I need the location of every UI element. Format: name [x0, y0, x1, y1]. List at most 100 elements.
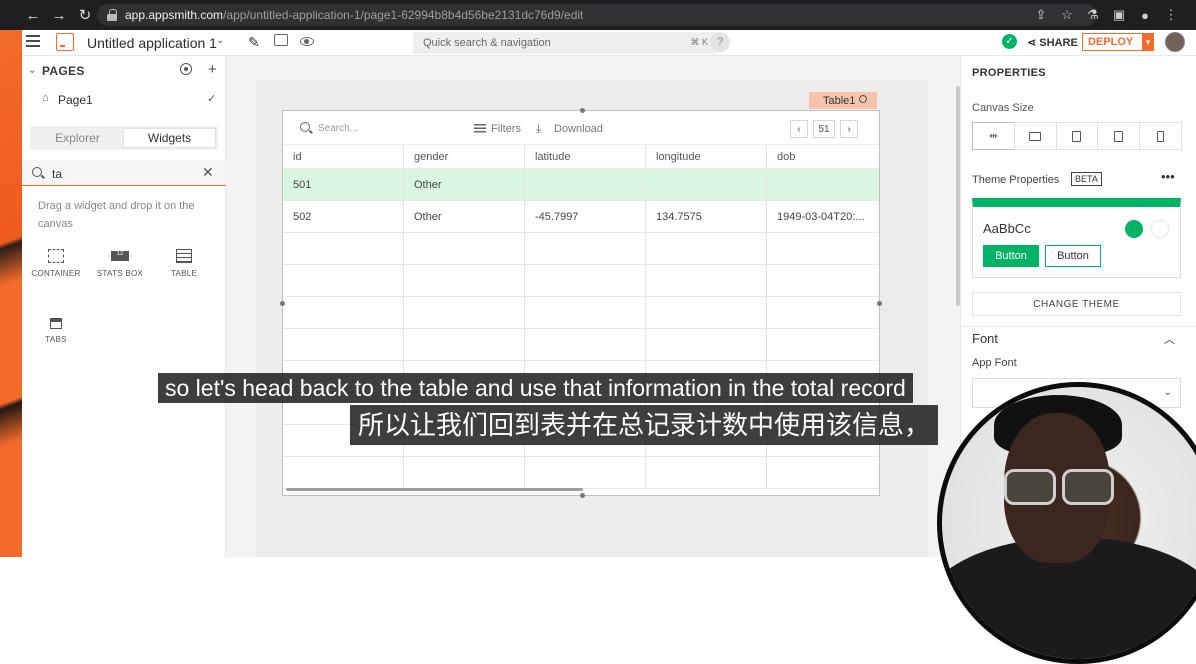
fluid-width-icon[interactable]: ⇹: [972, 122, 1015, 150]
widget-stats-box[interactable]: 12 STATS BOX: [90, 249, 150, 293]
next-page-button[interactable]: ›: [840, 120, 858, 138]
table-row[interactable]: [283, 457, 879, 489]
column-header-gender[interactable]: gender: [404, 145, 525, 168]
table-row[interactable]: [283, 233, 879, 265]
background-color-swatch: [1151, 220, 1169, 238]
tablet-portrait-icon[interactable]: [1097, 122, 1141, 150]
quick-search-input[interactable]: Quick search & navigation ⌘ K: [413, 32, 716, 54]
table-cell: [525, 233, 646, 264]
table-cell: [767, 329, 877, 360]
table-icon: [176, 249, 192, 263]
menu-icon[interactable]: [26, 35, 40, 49]
sidebar-toggle-icon[interactable]: ▣: [1110, 5, 1128, 25]
table-row[interactable]: 501 Other: [283, 169, 879, 201]
change-theme-button[interactable]: CHANGE THEME: [972, 292, 1181, 316]
resize-handle[interactable]: [877, 301, 882, 306]
column-header-longitude[interactable]: longitude: [646, 145, 767, 168]
table-cell: [283, 233, 404, 264]
tablet-icon[interactable]: [1055, 122, 1099, 150]
address-bar[interactable]: app.appsmith.com/app/untitled-applicatio…: [97, 4, 1097, 26]
download-button[interactable]: Download: [554, 123, 603, 135]
table-cell: [646, 233, 767, 264]
column-header-id[interactable]: id: [283, 145, 404, 168]
mobile-icon[interactable]: [1139, 122, 1182, 150]
share-page-icon[interactable]: ⇪: [1032, 5, 1050, 25]
page-item[interactable]: ⌂ Page1 ✓: [22, 86, 226, 112]
widget-label: TABS: [45, 335, 67, 344]
bookmark-star-icon[interactable]: ☆: [1058, 5, 1076, 25]
chevron-down-icon[interactable]: ⌄: [216, 35, 224, 46]
back-arrow-icon[interactable]: ←: [22, 4, 44, 26]
page-name: Page1: [58, 93, 93, 107]
page-number[interactable]: 51: [813, 120, 835, 138]
avatar[interactable]: [1165, 32, 1185, 52]
table-cell: -45.7997: [525, 201, 646, 232]
table-search-input[interactable]: Search...: [318, 123, 358, 134]
column-header-latitude[interactable]: latitude: [525, 145, 646, 168]
appsmith-logo-icon[interactable]: [56, 33, 74, 51]
share-button[interactable]: ⋖ SHARE: [1027, 36, 1078, 49]
help-button[interactable]: ?: [710, 32, 730, 52]
table-cell: 134.7575: [646, 201, 767, 232]
gear-icon[interactable]: [859, 95, 867, 103]
forward-arrow-icon[interactable]: →: [48, 4, 70, 26]
more-options-icon[interactable]: •••: [1161, 169, 1175, 184]
table-row[interactable]: [283, 297, 879, 329]
theme-card[interactable]: AaBbCc Button Button: [972, 198, 1181, 278]
table-header-row: id gender latitude longitude dob: [283, 145, 879, 169]
add-page-icon[interactable]: +: [208, 61, 217, 78]
deploy-chevron-icon[interactable]: ▾: [1142, 33, 1154, 51]
table-row[interactable]: [283, 265, 879, 297]
subtitle-english: so let's head back to the table and use …: [158, 373, 913, 403]
app-header: Untitled application 1 ⌄ ✎ Quick search …: [22, 30, 1196, 56]
table-row[interactable]: [283, 329, 879, 361]
resize-handle[interactable]: [280, 301, 285, 306]
chevron-up-icon[interactable]: ︿: [1164, 331, 1175, 347]
subtitle-chinese: 所以让我们回到表并在总记录计数中使用该信息，: [349, 405, 938, 445]
widget-tabs[interactable]: TABS: [26, 318, 86, 362]
table-cell: [283, 457, 404, 488]
table-cell: [767, 169, 877, 200]
widget-search-input[interactable]: ta ✕: [22, 160, 226, 186]
comment-icon[interactable]: [274, 34, 288, 46]
browser-menu-icon[interactable]: ⋮: [1162, 5, 1180, 25]
filter-icon[interactable]: [474, 124, 486, 133]
filters-button[interactable]: Filters: [491, 123, 521, 135]
divider: [961, 326, 1196, 327]
font-section-title[interactable]: Font: [972, 331, 998, 346]
tab-widgets[interactable]: Widgets: [123, 128, 216, 148]
preview-eye-icon[interactable]: [300, 37, 314, 46]
settings-icon[interactable]: [180, 63, 192, 75]
table-row[interactable]: 502 Other -45.7997 134.7575 1949-03-04T20:..…: [283, 201, 879, 233]
edit-mode-icon[interactable]: ✎: [248, 34, 260, 51]
tab-explorer[interactable]: Explorer: [32, 128, 123, 148]
app-name[interactable]: Untitled application 1: [87, 35, 217, 51]
table-cell: [646, 457, 767, 488]
previous-page-button[interactable]: ‹: [790, 120, 808, 138]
table-cell: [525, 457, 646, 488]
chevron-down-icon[interactable]: ⌄: [28, 65, 36, 76]
widget-name-tag[interactable]: Table1: [809, 92, 877, 109]
beta-badge: BETA: [1071, 172, 1102, 186]
reload-icon[interactable]: ↻: [74, 4, 96, 26]
resize-handle[interactable]: [580, 108, 585, 113]
browser-nav: ← → ↻: [22, 4, 96, 26]
desktop-icon[interactable]: [1013, 122, 1057, 150]
table-cell: [767, 297, 877, 328]
table-cell: [525, 329, 646, 360]
resize-handle[interactable]: [580, 493, 585, 498]
widget-label: TABLE: [170, 269, 198, 278]
table-horizontal-scrollbar[interactable]: [286, 488, 583, 491]
download-icon[interactable]: ⤓: [536, 121, 541, 136]
profile-icon[interactable]: ●: [1136, 5, 1154, 25]
webcam-overlay: [937, 382, 1196, 664]
close-icon[interactable]: ✕: [202, 164, 214, 181]
extension-icon[interactable]: ⚗: [1084, 5, 1102, 25]
check-icon: ✓: [207, 93, 217, 105]
column-header-dob[interactable]: dob: [767, 145, 877, 168]
widget-container[interactable]: CONTAINER: [26, 249, 86, 293]
table-cell: [283, 297, 404, 328]
container-icon: [48, 249, 64, 263]
widget-search-value: ta: [52, 167, 63, 181]
widget-table[interactable]: TABLE: [154, 249, 214, 293]
